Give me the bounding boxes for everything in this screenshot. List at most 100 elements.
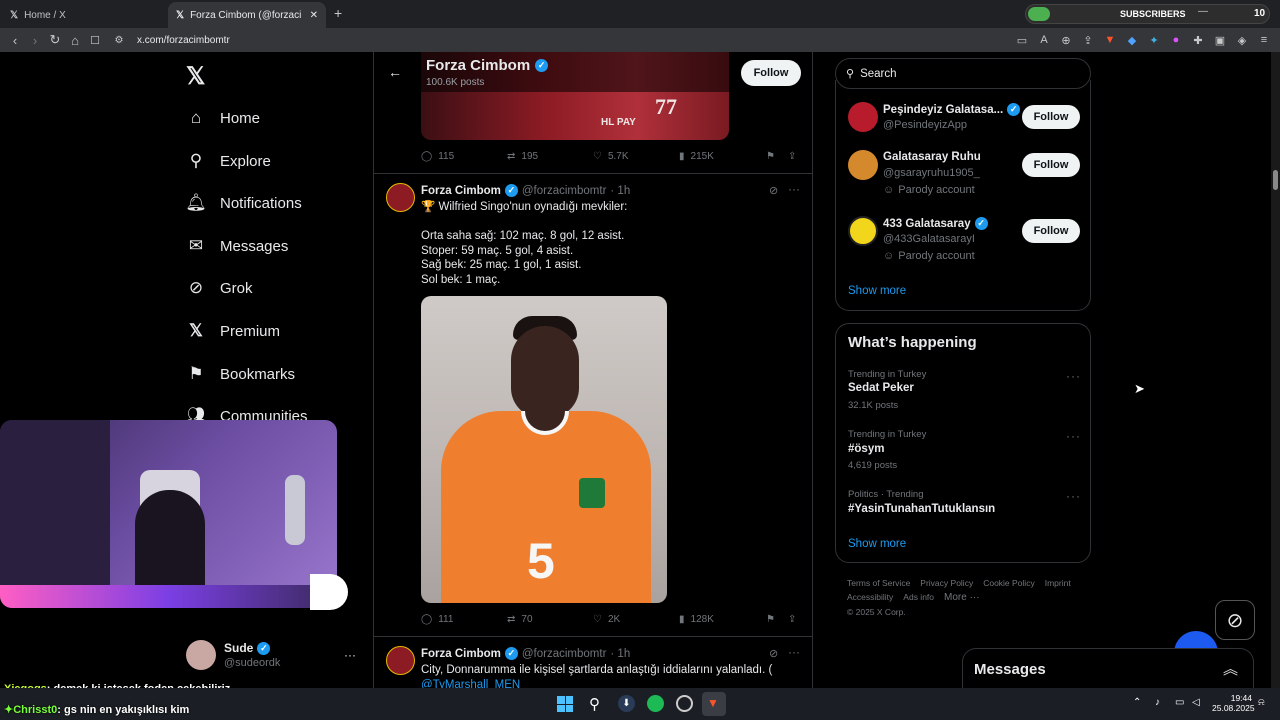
extensions-icon[interactable]: ✚ xyxy=(1190,32,1206,48)
microphone-icon[interactable]: ♪ xyxy=(1155,697,1160,708)
footer-more-link[interactable]: More ··· xyxy=(944,592,980,603)
extension-2-icon[interactable]: ✦ xyxy=(1146,32,1162,48)
taskbar-app-icon[interactable]: ⬇ xyxy=(618,695,635,712)
network-icon[interactable]: ▭ xyxy=(1175,697,1184,708)
tweet-time[interactable]: · 1h xyxy=(610,185,630,197)
show-more-link[interactable]: Show more xyxy=(848,538,906,550)
footer-link[interactable]: Privacy Policy xyxy=(920,578,973,588)
tray-expand-icon[interactable]: ⌃ xyxy=(1133,697,1141,708)
grok-floating-button[interactable]: ⊘ xyxy=(1215,600,1255,640)
avatar[interactable] xyxy=(386,646,415,675)
windows-start-icon[interactable] xyxy=(557,696,573,712)
trend-title[interactable]: Sedat Peker xyxy=(848,382,914,394)
show-more-link[interactable]: Show more xyxy=(848,285,906,297)
reload-icon[interactable]: ↻ xyxy=(45,30,65,50)
views-button[interactable]: ▮ 128K xyxy=(679,614,714,625)
spotify-icon[interactable] xyxy=(647,695,664,712)
share-tweet-icon[interactable]: ⇪ xyxy=(788,151,796,162)
tab-forza-cimbom[interactable]: 𝕏 Forza Cimbom (@forzacimbomtr ✕ xyxy=(168,2,326,28)
tweet-more-icon[interactable]: ··· xyxy=(788,645,800,659)
taskbar-search-icon[interactable]: ⚲ xyxy=(589,695,600,713)
grok-explain-icon[interactable]: ⊘ xyxy=(769,647,778,660)
follow-button[interactable]: Follow xyxy=(1022,153,1080,177)
menu-icon[interactable]: ≡ xyxy=(1256,32,1272,48)
sidebar-item-bookmarks[interactable]: ⚑ Bookmarks xyxy=(186,356,295,392)
tweet-more-icon[interactable]: ··· xyxy=(788,182,800,196)
avatar[interactable] xyxy=(386,183,415,212)
tweet-image[interactable]: 5 xyxy=(421,296,667,603)
volume-icon[interactable]: ◁ xyxy=(1192,697,1200,708)
who-item-name[interactable]: Galatasaray Ruhu xyxy=(883,151,981,163)
follow-button[interactable]: Follow xyxy=(741,60,801,86)
footer-link[interactable]: Cookie Policy xyxy=(983,578,1035,588)
extension-1-icon[interactable]: ◆ xyxy=(1124,32,1140,48)
repost-button[interactable]: ⇄ 70 xyxy=(507,614,533,625)
follow-button[interactable]: Follow xyxy=(1022,219,1080,243)
x-logo-icon[interactable]: 𝕏 xyxy=(186,62,205,91)
trend-title[interactable]: #ösym xyxy=(848,443,884,455)
like-button[interactable]: ♡ 2K xyxy=(593,614,620,625)
back-arrow-icon[interactable]: ← xyxy=(388,64,402,80)
avatar[interactable] xyxy=(186,640,216,670)
url-field[interactable]: x.com/forzacimbomtr xyxy=(137,35,230,46)
like-button[interactable]: ♡ 5.7K xyxy=(593,151,629,162)
tab-home[interactable]: 𝕏 Home / X xyxy=(2,2,167,28)
footer-link[interactable]: Imprint xyxy=(1045,578,1071,588)
sidebar-item-notifications[interactable]: 🔔︎ Notifications xyxy=(185,185,302,221)
sidebar-item-grok[interactable]: ⊘ Grok xyxy=(186,270,253,306)
share-icon[interactable]: ⇪ xyxy=(1080,32,1096,48)
home-browser-icon[interactable]: ⌂ xyxy=(65,30,85,50)
avatar[interactable] xyxy=(848,102,878,132)
share-tweet-icon[interactable]: ⇪ xyxy=(788,614,796,625)
sidebar-item-messages[interactable]: ✉ Messages xyxy=(186,228,289,264)
who-item-name[interactable]: 433 Galatasaray ✓ xyxy=(883,217,988,230)
site-info-icon[interactable]: ⚙ xyxy=(109,30,129,50)
trend-more-icon[interactable]: ··· xyxy=(1066,429,1081,443)
bookmark-tweet-icon[interactable]: ⚑ xyxy=(766,151,775,162)
zoom-icon[interactable]: ⊕ xyxy=(1058,32,1074,48)
account-more-icon[interactable]: ··· xyxy=(344,648,356,662)
reply-button[interactable]: ◯ 115 xyxy=(421,151,454,162)
notification-bell-icon[interactable]: ⍾ xyxy=(1258,697,1265,708)
forward-icon[interactable]: › xyxy=(25,30,45,50)
collapse-icon[interactable]: ︽ xyxy=(1223,658,1238,679)
trend-more-icon[interactable]: ··· xyxy=(1066,369,1081,383)
footer-link[interactable]: Terms of Service xyxy=(847,578,910,588)
bookmark-tweet-icon[interactable]: ⚑ xyxy=(766,614,775,625)
new-tab-button[interactable]: + xyxy=(334,5,342,21)
wallet-icon[interactable]: ◈ xyxy=(1234,32,1250,48)
avatar[interactable] xyxy=(848,216,878,246)
back-icon[interactable]: ‹ xyxy=(5,30,25,50)
minimize-icon[interactable]: — xyxy=(1198,6,1208,17)
views-button[interactable]: ▮ 215K xyxy=(679,151,714,162)
follow-button[interactable]: Follow xyxy=(1022,105,1080,129)
grok-explain-icon[interactable]: ⊘ xyxy=(769,184,778,197)
avatar[interactable] xyxy=(848,150,878,180)
tweet-handle[interactable]: @forzacimbomtr xyxy=(522,185,607,197)
sidebar-toggle-icon[interactable]: ▣ xyxy=(1212,32,1228,48)
bookmark-page-icon[interactable]: ☐ xyxy=(85,30,105,50)
tweet-author[interactable]: Forza Cimbom xyxy=(421,648,501,660)
translate-icon[interactable]: A xyxy=(1036,32,1052,48)
repost-button[interactable]: ⇄ 195 xyxy=(507,151,538,162)
footer-link[interactable]: Accessibility xyxy=(847,592,893,603)
reply-button[interactable]: ◯ 111 xyxy=(421,614,453,625)
sidebar-item-home[interactable]: ⌂ Home xyxy=(186,100,260,136)
scrollbar-thumb[interactable] xyxy=(1273,170,1278,190)
tweet-author[interactable]: Forza Cimbom xyxy=(421,185,501,197)
tweet-handle[interactable]: @forzacimbomtr xyxy=(522,648,607,660)
obs-icon[interactable] xyxy=(676,695,693,712)
trend-title[interactable]: #YasinTunahanTutuklansın xyxy=(848,503,995,515)
brave-taskbar-button[interactable]: ▼ xyxy=(702,692,726,716)
tweet-time[interactable]: · 1h xyxy=(610,648,630,660)
footer-link[interactable]: Ads info xyxy=(903,592,934,603)
sidebar-item-premium[interactable]: 𝕏 Premium xyxy=(186,313,280,349)
sidebar-item-explore[interactable]: ⚲ Explore xyxy=(186,143,271,179)
who-item-name[interactable]: Peşindeyiz Galatasa... ✓ xyxy=(883,103,1021,116)
tweet-link[interactable]: @TyMarshall_MEN xyxy=(421,678,801,689)
close-tab-icon[interactable]: ✕ xyxy=(310,10,318,21)
screen-icon[interactable]: ▭ xyxy=(1014,32,1030,48)
clock[interactable]: 19:44 25.08.2025 xyxy=(1212,693,1255,713)
scrollbar[interactable] xyxy=(1271,52,1280,688)
messages-drawer[interactable]: Messages ︽ xyxy=(962,648,1254,688)
